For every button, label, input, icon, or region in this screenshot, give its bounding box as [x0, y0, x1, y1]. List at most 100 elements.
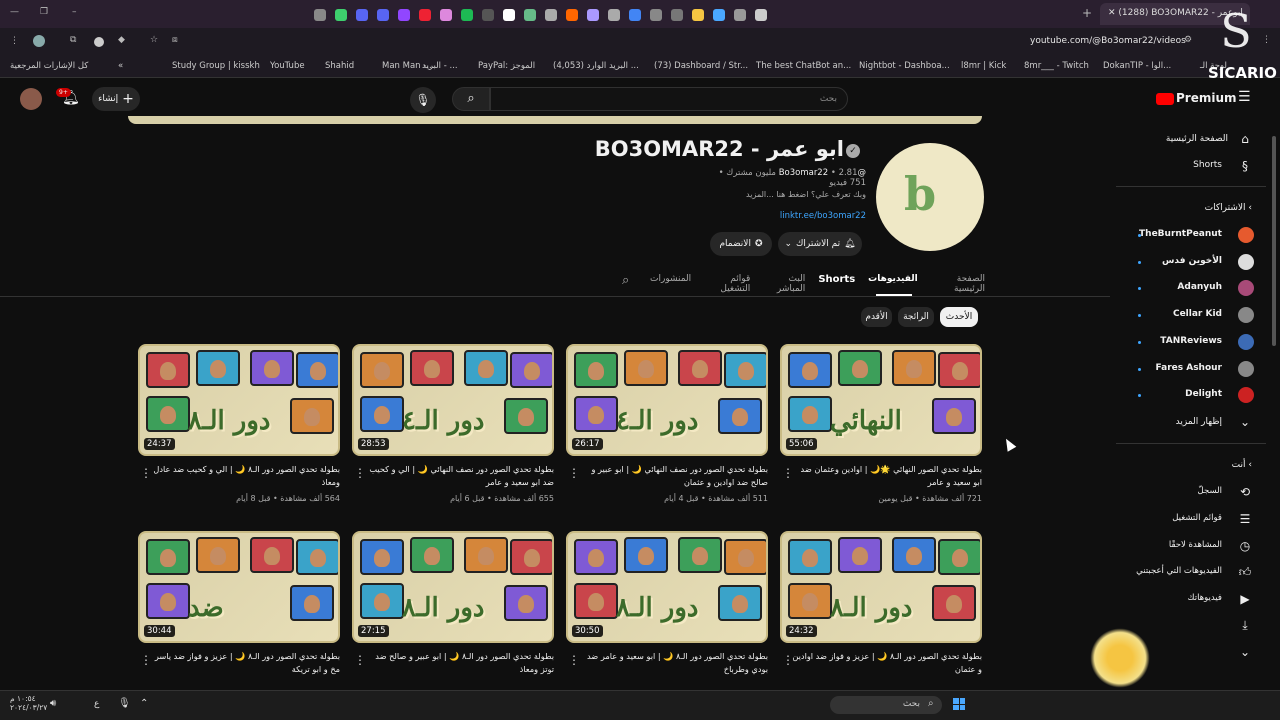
video-title[interactable]: بطولة تحدي الصور دور الـ٨ 🌙 | ابو عبير و… [364, 650, 554, 676]
video-card[interactable]: ضد 30:44 بطولة تحدي الصور دور الـ٨ 🌙 | عزي… [138, 531, 340, 674]
taskbar-app-icon[interactable] [356, 9, 368, 21]
taskbar-app-icon[interactable] [629, 9, 641, 21]
video-thumbnail[interactable]: دور الـ٨ 30:50 [566, 531, 768, 643]
scrollbar[interactable] [1272, 136, 1276, 346]
sidebar-item-subscription[interactable]: Fares Ashour [1156, 363, 1223, 373]
create-button[interactable]: إنشاء + [92, 87, 140, 111]
install-icon[interactable]: ⧈ [172, 35, 178, 45]
sidebar-item-you[interactable]: المشاهدة لاحقًا [1169, 540, 1222, 550]
sidebar-item-subscription[interactable]: Delight [1185, 389, 1222, 399]
taskbar-app-icon[interactable] [566, 9, 578, 21]
video-title[interactable]: بطولة تحدي الصور دور الـ٨ 🌙 | الي و كحيب… [150, 463, 340, 489]
channel-avatar-icon[interactable] [1238, 253, 1254, 270]
bookmark-item[interactable]: PayPal: الموجز [478, 61, 535, 71]
close-tab-icon[interactable]: ✕ [1108, 8, 1118, 18]
taskbar-app-icon[interactable] [398, 9, 410, 21]
liked-icon[interactable]: 👍︎ [1238, 565, 1252, 579]
new-tab-icon[interactable]: + [1082, 6, 1092, 20]
chevron-down-icon[interactable]: ⌄ [1238, 645, 1252, 659]
history-icon[interactable]: ⟲ [1238, 485, 1252, 499]
taskbar-app-icon[interactable] [482, 9, 494, 21]
channel-link[interactable]: linktr.ee/bo3omar22 [700, 211, 866, 221]
video-card[interactable]: دور الـ٨ 27:15 بطولة تحدي الصور دور الـ٨ 🌙… [352, 531, 554, 674]
more-icon[interactable]: ⋮ [1262, 35, 1271, 45]
youtube-logo-icon[interactable] [1156, 93, 1174, 105]
hamburger-icon[interactable]: ☰ [1238, 89, 1251, 105]
account-avatar[interactable] [20, 88, 42, 110]
premium-logo[interactable]: Premium [1176, 91, 1237, 105]
channel-avatar-icon[interactable] [1238, 307, 1254, 324]
bookmark-item[interactable]: Shahid [325, 61, 354, 71]
tab-videos[interactable]: الفيديوهات [868, 274, 918, 288]
bookmark-all[interactable]: كل الإشارات المرجعية [10, 61, 88, 71]
taskbar-app-icon[interactable] [713, 9, 725, 21]
channel-avatar-icon[interactable] [1238, 360, 1254, 377]
search-icon[interactable]: ⌕ [452, 87, 490, 111]
mic-tray-icon[interactable]: 🎙︎ [118, 698, 131, 709]
url-text[interactable]: youtube.com/@Bo3omar22/videos [1030, 36, 1186, 46]
channel-description[interactable]: وبك تعرف علي؟ اضغط هنا ...المزيد [700, 190, 866, 199]
tab-playlists[interactable]: قوائم التشغيل [704, 274, 750, 294]
home-icon[interactable]: ⌂ [1238, 132, 1252, 146]
filter-oldest[interactable]: الأقدم [861, 307, 892, 327]
video-thumbnail[interactable]: دور الـ٤ 28:53 [352, 344, 554, 456]
bookmark-item[interactable]: (4,053) البريد الوارد ... [553, 61, 639, 71]
video-thumbnail[interactable]: دور الـ٨ 27:15 [352, 531, 554, 643]
video-menu-icon[interactable]: ⋮ [782, 466, 794, 480]
sidebar-item-you[interactable]: الفيديوهات التي أعجبتني [1136, 566, 1222, 576]
video-title[interactable]: بطولة تحدي الصور النهائي 🌟🌙 | اوادين وعث… [792, 463, 982, 489]
sidebar-item-subscription[interactable]: Cellar Kid [1173, 309, 1222, 319]
download-icon[interactable]: ⤓ [1238, 618, 1252, 632]
video-card[interactable]: دور الـ٨ 30:50 بطولة تحدي الصور دور الـ٨ 🌙… [566, 531, 768, 674]
menu-dots-icon[interactable]: ⋮ [10, 36, 19, 46]
you-header[interactable]: أنت ‹ [1232, 460, 1252, 470]
sidebar-item-you[interactable]: فيديوهاتك [1188, 593, 1222, 603]
extensions-icon[interactable]: ⧉ [70, 35, 76, 45]
playlists-icon[interactable]: ☰ [1238, 512, 1252, 526]
video-title[interactable]: بطولة تحدي الصور دور نصف النهائي 🌙 | ابو… [578, 463, 768, 489]
video-card[interactable]: دور الـ٨ 24:32 بطولة تحدي الصور دور الـ٨ 🌙… [780, 531, 982, 674]
video-thumbnail[interactable]: ضد 30:44 [138, 531, 340, 643]
sidebar-item-you[interactable]: السجلّ [1198, 486, 1222, 496]
taskbar-app-icon[interactable] [335, 9, 347, 21]
taskbar-app-icon[interactable] [503, 9, 515, 21]
window-min-icon[interactable]: – [72, 7, 77, 17]
taskbar-app-icon[interactable] [440, 9, 452, 21]
taskbar-app-icon[interactable] [608, 9, 620, 21]
video-thumbnail[interactable]: دور الـ٨ 24:32 [780, 531, 982, 643]
shorts-icon[interactable]: § [1238, 159, 1252, 173]
bookmark-item[interactable]: YouTube [270, 61, 305, 71]
subscriptions-header[interactable]: الاشتراكات ‹ [1205, 203, 1252, 213]
tab-posts[interactable]: المنشورات [650, 274, 691, 288]
video-card[interactable]: النهائي 55:06 بطولة تحدي الصور النهائي 🌟🌙 … [780, 344, 982, 503]
taskbar-app-icon[interactable] [377, 9, 389, 21]
taskbar-app-icon[interactable] [419, 9, 431, 21]
tune-icon[interactable]: ⚙ [1184, 35, 1192, 45]
mic-icon[interactable]: 🎙︎ [410, 87, 436, 113]
video-thumbnail[interactable]: دور الـ٨ 24:37 [138, 344, 340, 456]
video-menu-icon[interactable]: ⋮ [782, 653, 794, 667]
show-more[interactable]: إظهار المزيد [1176, 417, 1222, 427]
sidebar-item-subscription[interactable]: الأخوين فدس [1162, 256, 1222, 266]
profile-icon[interactable] [33, 35, 45, 47]
language-indicator[interactable]: ع [94, 699, 99, 709]
taskbar-app-icon[interactable] [671, 9, 683, 21]
clock[interactable]: ١٠:٥٤ م ٢٠٢٤/٠٣/٢٧ [10, 694, 47, 712]
tab-shorts[interactable]: Shorts [818, 274, 855, 288]
video-title[interactable]: بطولة تحدي الصور دور الـ٨ 🌙 | عزيز و فوا… [150, 650, 340, 676]
video-thumbnail[interactable]: النهائي 55:06 [780, 344, 982, 456]
video-menu-icon[interactable]: ⋮ [568, 466, 580, 480]
taskbar-app-icon[interactable] [461, 9, 473, 21]
taskbar-app-icon[interactable] [524, 9, 536, 21]
bookmark-item[interactable]: البريد - ... [422, 61, 458, 71]
video-menu-icon[interactable]: ⋮ [140, 466, 152, 480]
bookmarks-chevron-icon[interactable]: « [118, 61, 123, 71]
bookmark-item[interactable]: DokanTIP - الوا... [1103, 61, 1171, 71]
channel-avatar-icon[interactable] [1238, 333, 1254, 350]
video-thumbnail[interactable]: دور الـ٤ 26:17 [566, 344, 768, 456]
video-menu-icon[interactable]: ⋮ [140, 653, 152, 667]
video-card[interactable]: دور الـ٨ 24:37 بطولة تحدي الصور دور الـ٨ 🌙… [138, 344, 340, 503]
channel-search-icon[interactable]: ⌕ [622, 273, 629, 288]
taskbar-app-icon[interactable] [755, 9, 767, 21]
sidebar-item-subscription[interactable]: TheBurntPeanut [1139, 229, 1222, 239]
